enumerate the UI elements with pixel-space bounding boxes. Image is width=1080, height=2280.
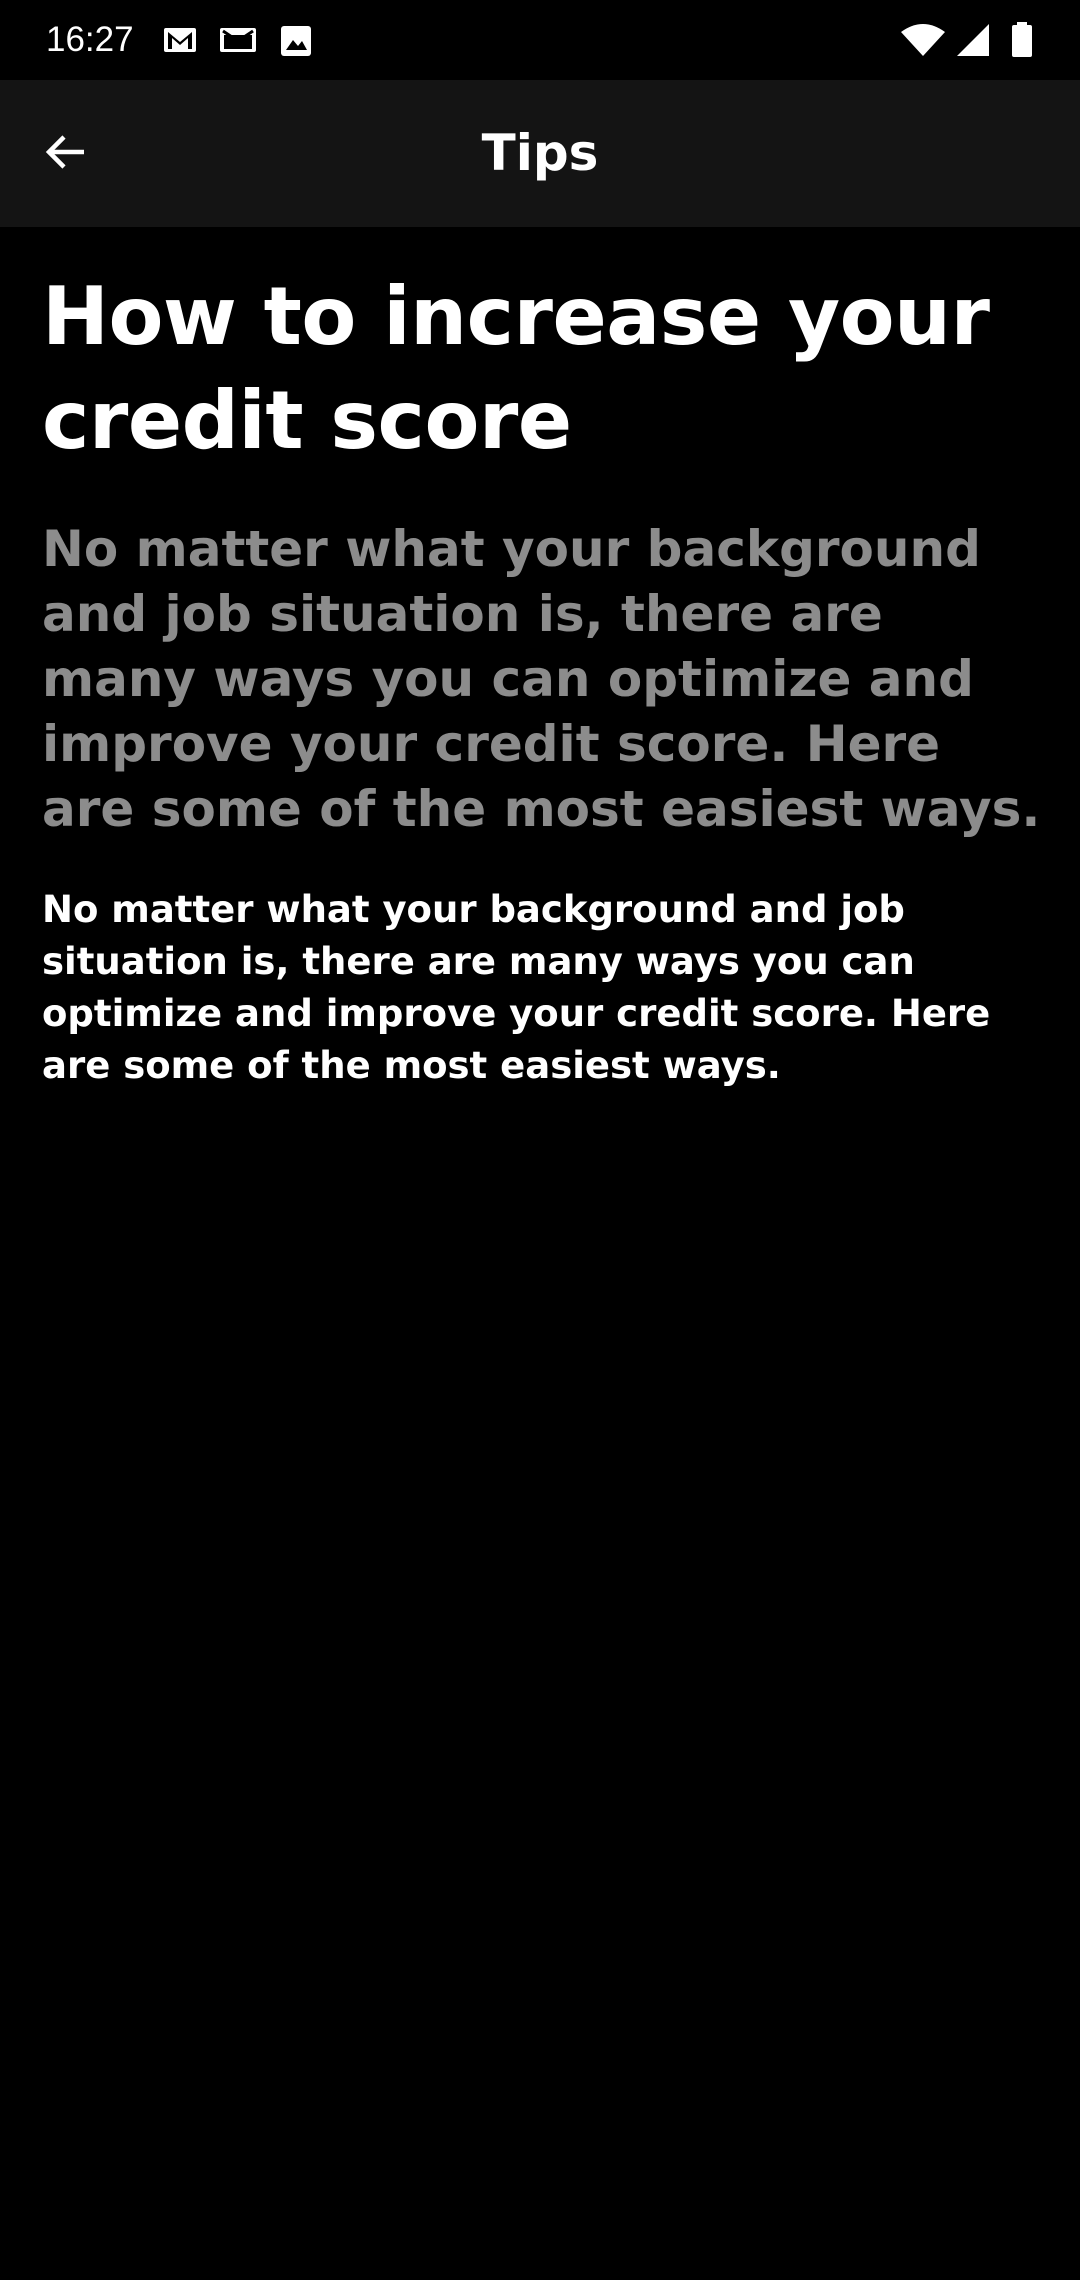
page-title: Tips	[481, 124, 599, 182]
status-bar: 16:27	[0, 0, 1080, 80]
article-heading: How to increase your credit score	[42, 270, 990, 467]
app-bar: Tips	[0, 80, 1080, 227]
article-lead: No matter what your background and job s…	[42, 520, 1041, 838]
article-content: How to increase your credit score No mat…	[42, 265, 1042, 1092]
wifi-icon	[900, 22, 946, 62]
status-time: 16:27	[46, 20, 134, 59]
email-icon	[219, 22, 257, 62]
gmail-icon	[163, 22, 197, 62]
image-icon	[279, 22, 313, 62]
cellular-signal-icon	[955, 22, 993, 62]
article-body: No matter what your background and job s…	[42, 888, 991, 1087]
battery-icon	[1010, 22, 1034, 62]
